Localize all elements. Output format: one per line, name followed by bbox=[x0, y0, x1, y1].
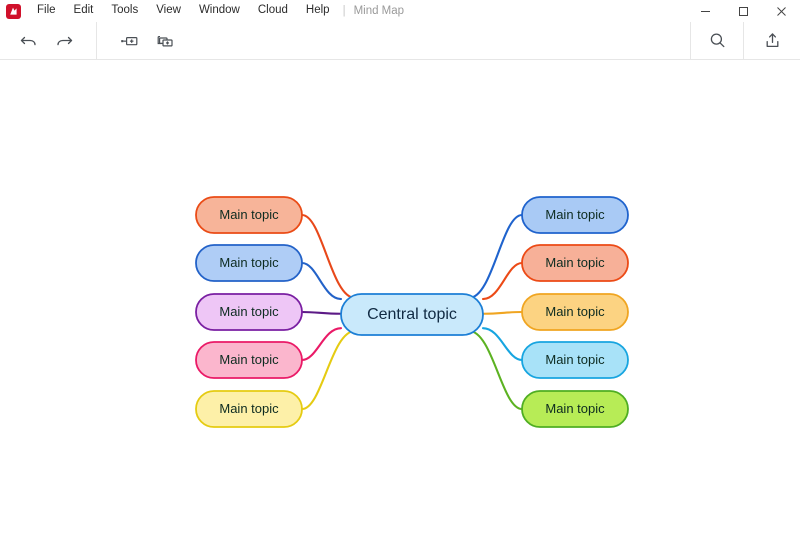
connector-right-1 bbox=[467, 213, 524, 300]
mindmap-canvas[interactable]: Main topic Main topic Main topic Main topic… bbox=[0, 60, 800, 538]
title-bar: File Edit Tools View Window Cloud Help |… bbox=[0, 0, 800, 22]
minimize-button[interactable] bbox=[686, 0, 724, 22]
mindmap-node-right-3[interactable]: Main topic bbox=[521, 293, 629, 331]
branch-node-shape[interactable] bbox=[195, 293, 303, 331]
connector-left-5 bbox=[300, 329, 357, 411]
menu-item-file[interactable]: File bbox=[28, 2, 65, 20]
menu-item-help[interactable]: Help bbox=[297, 2, 339, 20]
toolbar-group-history bbox=[0, 22, 96, 60]
menu-item-edit[interactable]: Edit bbox=[65, 2, 103, 20]
window-controls bbox=[686, 0, 800, 22]
branch-node-shape[interactable] bbox=[521, 293, 629, 331]
toolbar-group-share bbox=[744, 22, 800, 60]
redo-icon bbox=[56, 36, 72, 46]
minimize-icon bbox=[700, 10, 710, 12]
undo-button[interactable] bbox=[10, 26, 46, 56]
connector-left-1 bbox=[300, 213, 357, 300]
menu-item-cloud[interactable]: Cloud bbox=[249, 2, 297, 20]
share-upload-icon bbox=[766, 33, 778, 48]
toolbar-group-search bbox=[691, 22, 743, 60]
toolbar-group-insert bbox=[97, 22, 183, 60]
menu-item-view[interactable]: View bbox=[147, 2, 190, 20]
connector-right-2 bbox=[481, 261, 524, 301]
menu-item-tools[interactable]: Tools bbox=[102, 2, 147, 20]
node-layer: Main topic Main topic Main topic Main topic… bbox=[195, 196, 629, 428]
maximize-icon bbox=[738, 6, 748, 16]
mindmap-node-right-5[interactable]: Main topic bbox=[521, 390, 629, 428]
mindmap-node-right-2[interactable]: Main topic bbox=[521, 244, 629, 282]
search-icon bbox=[710, 33, 724, 48]
branch-node-shape[interactable] bbox=[195, 244, 303, 282]
connector-right-5 bbox=[467, 329, 524, 411]
search-button[interactable] bbox=[699, 26, 735, 56]
mindmap-node-left-3[interactable]: Main topic bbox=[195, 293, 303, 331]
insert-subtopic-button[interactable] bbox=[111, 26, 147, 56]
mindmap-node-central[interactable]: Central topic bbox=[340, 293, 484, 336]
mindmap-node-right-4[interactable]: Main topic bbox=[521, 341, 629, 379]
redo-button[interactable] bbox=[46, 26, 82, 56]
undo-icon bbox=[20, 36, 36, 46]
close-icon bbox=[776, 6, 786, 16]
connector-left-2 bbox=[300, 261, 343, 301]
insert-multiple-topics-icon bbox=[157, 35, 173, 47]
branch-node-shape[interactable] bbox=[521, 196, 629, 234]
mindmap-node-left-2[interactable]: Main topic bbox=[195, 244, 303, 282]
menu-bar: File Edit Tools View Window Cloud Help |… bbox=[28, 2, 404, 20]
connector-right-4 bbox=[481, 327, 524, 362]
insert-multiple-topics-button[interactable] bbox=[147, 26, 183, 56]
mindmap-node-right-1[interactable]: Main topic bbox=[521, 196, 629, 234]
branch-node-shape[interactable] bbox=[521, 244, 629, 282]
document-name: Mind Map bbox=[353, 5, 405, 17]
branch-node-shape[interactable] bbox=[521, 341, 629, 379]
share-button[interactable] bbox=[754, 26, 790, 56]
branch-node-shape[interactable] bbox=[195, 390, 303, 428]
insert-subtopic-icon bbox=[121, 36, 138, 45]
app-logo-icon bbox=[6, 3, 21, 19]
connector-left-3 bbox=[300, 310, 343, 315]
branch-node-shape[interactable] bbox=[195, 196, 303, 234]
connector-right-3 bbox=[481, 310, 524, 315]
menu-separator: | bbox=[342, 5, 346, 17]
menu-item-window[interactable]: Window bbox=[190, 2, 249, 20]
mindmap-node-left-1[interactable]: Main topic bbox=[195, 196, 303, 234]
close-button[interactable] bbox=[762, 0, 800, 22]
central-node-shape[interactable] bbox=[340, 293, 484, 336]
mindmap-node-left-4[interactable]: Main topic bbox=[195, 341, 303, 379]
maximize-button[interactable] bbox=[724, 0, 762, 22]
mindmap-svg: Main topic Main topic Main topic Main topic… bbox=[195, 196, 629, 428]
branch-node-shape[interactable] bbox=[521, 390, 629, 428]
toolbar bbox=[0, 21, 800, 60]
mindmap-node-left-5[interactable]: Main topic bbox=[195, 390, 303, 428]
mindmap-application-window: File Edit Tools View Window Cloud Help |… bbox=[0, 0, 800, 538]
connector-left-4 bbox=[300, 327, 343, 362]
branch-node-shape[interactable] bbox=[195, 341, 303, 379]
